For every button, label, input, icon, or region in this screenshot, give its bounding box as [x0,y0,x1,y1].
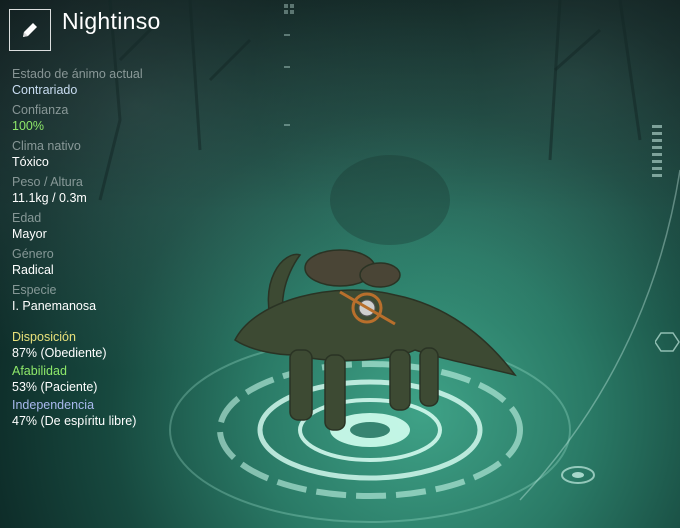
trait-label: Disposición [12,330,76,344]
stat-label: Género [12,247,54,261]
trait-value: 87% (Obediente) [12,346,107,360]
stat-label: Especie [12,283,57,297]
hud-grid-marks [284,4,294,126]
stat-species: Especie I. Panemanosa [12,283,242,314]
stat-label: Edad [12,211,42,225]
stat-value: Contrariado [12,83,78,97]
trait-label: Independencia [12,398,95,412]
stat-mood: Estado de ánimo actual Contrariado [12,67,242,98]
trait-affability: Afabilidad 53% (Paciente) [12,364,242,395]
stat-value: 11.1kg / 0.3m [12,191,87,205]
stat-trust: Confianza 100% [12,103,242,134]
stat-label: Clima nativo [12,139,81,153]
edit-name-button[interactable] [9,9,51,51]
trait-label: Afabilidad [12,364,67,378]
stat-value: Radical [12,263,54,277]
stat-gender: Género Radical [12,247,242,278]
stat-weight-height: Peso / Altura 11.1kg / 0.3m [12,175,242,206]
stat-value: Mayor [12,227,47,241]
stats-panel: Estado de ánimo actual Contrariado Confi… [12,67,242,319]
stat-label: Peso / Altura [12,175,83,189]
pet-name: Nightinso [62,8,161,34]
traits-panel: Disposición 87% (Obediente) Afabilidad 5… [12,330,242,432]
creature-model [234,249,517,431]
hud-marks [652,125,662,177]
stat-label: Estado de ánimo actual [12,67,143,81]
hex-marker [655,332,680,352]
stat-value: I. Panemanosa [12,299,97,313]
trait-value: 53% (Paciente) [12,380,98,394]
stat-value: 100% [12,119,44,133]
pencil-icon [23,23,37,37]
trait-value: 47% (De espíritu libre) [12,414,137,428]
stat-value: Tóxico [12,155,49,169]
stat-age: Edad Mayor [12,211,242,242]
trait-disposition: Disposición 87% (Obediente) [12,330,242,361]
stat-climate: Clima nativo Tóxico [12,139,242,170]
trait-independence: Independencia 47% (De espíritu libre) [12,398,242,429]
stat-label: Confianza [12,103,69,117]
